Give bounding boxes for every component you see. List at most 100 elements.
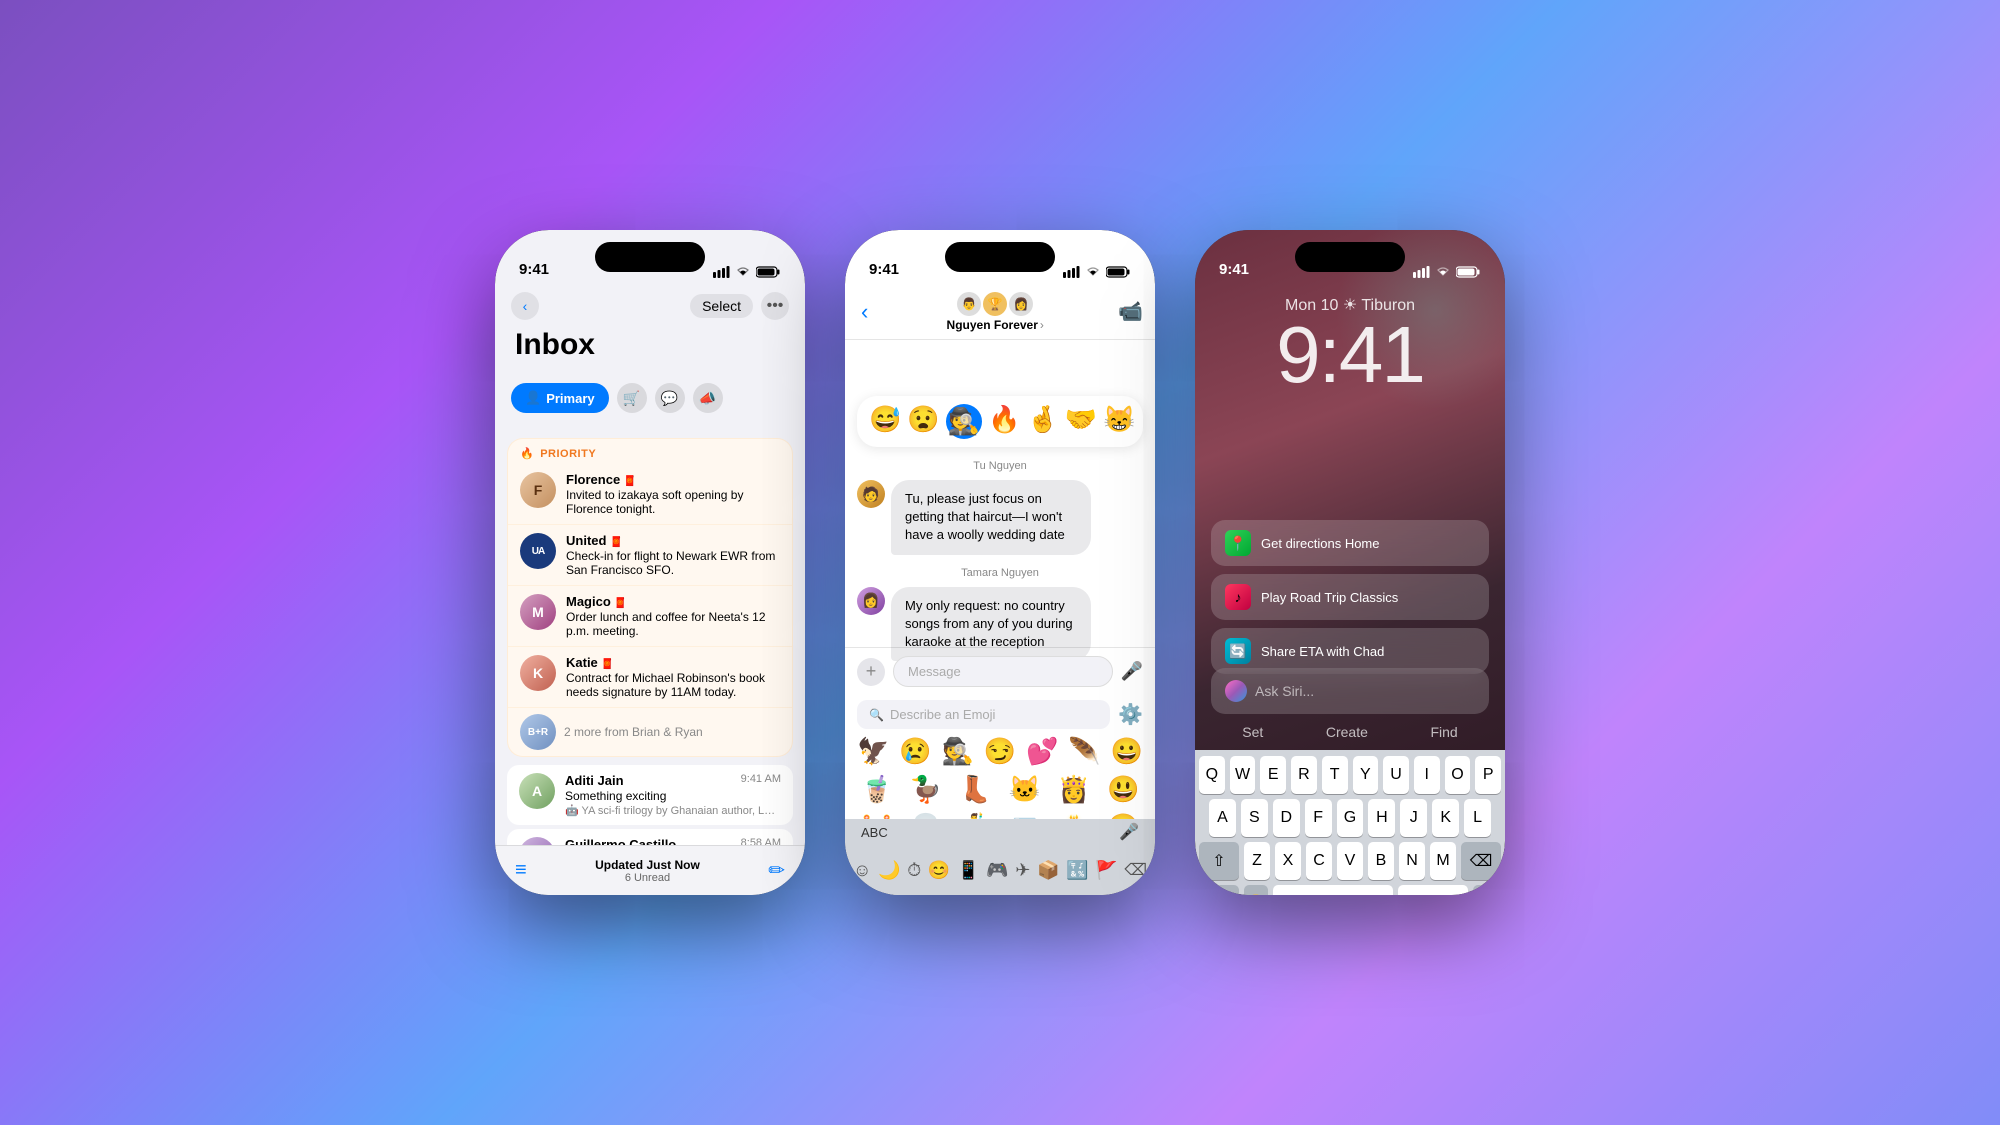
num-key[interactable]: 123: [1203, 885, 1239, 895]
emoji-symbols-tab[interactable]: 🔣: [1066, 860, 1088, 881]
signal-icon: [713, 266, 730, 278]
select-button[interactable]: Select: [690, 294, 753, 318]
key-K[interactable]: K: [1432, 799, 1459, 837]
emoji-time-tab[interactable]: ⏱: [907, 860, 921, 881]
emoji-flags-tab[interactable]: 🚩: [1095, 860, 1117, 881]
tab-shopping[interactable]: 🛒: [617, 383, 647, 413]
message-input[interactable]: Message: [893, 656, 1113, 687]
key-J[interactable]: J: [1400, 799, 1427, 837]
key-C[interactable]: C: [1306, 842, 1332, 880]
key-N[interactable]: N: [1399, 842, 1425, 880]
key-W[interactable]: W: [1230, 756, 1256, 794]
compose-icon[interactable]: ✏: [768, 858, 785, 883]
preview-aditi: 🤖 YA sci-fi trilogy by Ghanaian author, …: [565, 804, 781, 817]
key-H[interactable]: H: [1368, 799, 1395, 837]
siri-create-action[interactable]: Create: [1326, 724, 1368, 740]
key-R[interactable]: R: [1291, 756, 1317, 794]
emoji-react-3[interactable]: 🕵️: [946, 404, 982, 439]
emoji-react-2[interactable]: 😧: [907, 404, 939, 439]
updated-text: Updated Just Now: [527, 858, 769, 872]
key-E[interactable]: E: [1260, 756, 1286, 794]
tab-promo[interactable]: 📣: [693, 383, 723, 413]
key-X[interactable]: X: [1275, 842, 1301, 880]
emoji-react-4[interactable]: 🔥: [988, 404, 1020, 439]
emoji-activity-tab[interactable]: 🎮: [986, 860, 1008, 881]
tab-messages[interactable]: 💬: [655, 383, 685, 413]
emoji-cell[interactable]: 💕: [1024, 733, 1060, 769]
back-button-msg[interactable]: ‹: [857, 295, 872, 329]
add-attachment-button[interactable]: +: [857, 658, 885, 686]
key-B[interactable]: B: [1368, 842, 1394, 880]
emoji-react-5[interactable]: 🤞: [1027, 404, 1059, 439]
emoji-cell[interactable]: 😢: [897, 733, 933, 769]
shift-key[interactable]: ⇧: [1199, 842, 1239, 880]
emoji-react-6[interactable]: 🤝: [1065, 404, 1097, 439]
siri-find-action[interactable]: Find: [1430, 724, 1457, 740]
siri-input[interactable]: Ask Siri...: [1211, 668, 1489, 714]
emoji-react-1[interactable]: 😅: [869, 404, 901, 439]
emoji-face-tab[interactable]: 😊: [928, 860, 950, 881]
more-senders[interactable]: B+R 2 more from Brian & Ryan: [508, 708, 792, 756]
space-key[interactable]: space: [1273, 885, 1393, 895]
video-call-button[interactable]: 📹: [1118, 299, 1143, 324]
mic-icon[interactable]: 🎤: [1119, 822, 1139, 842]
emoji-nature-tab[interactable]: 🌙: [878, 860, 900, 881]
mail-item-magico[interactable]: M Magico 🧧 Order lunch and coffee for Ne…: [508, 586, 792, 647]
emoji-cell[interactable]: 🦆: [908, 771, 944, 807]
emoji-search-input[interactable]: 🔍 Describe an Emoji: [857, 700, 1110, 729]
key-D[interactable]: D: [1273, 799, 1300, 837]
key-O[interactable]: O: [1445, 756, 1471, 794]
emoji-settings-button[interactable]: ⚙️: [1118, 702, 1143, 727]
emoji-travel-tab[interactable]: ✈: [1015, 860, 1030, 881]
key-G[interactable]: G: [1337, 799, 1364, 837]
key-F[interactable]: F: [1305, 799, 1332, 837]
emoji-smiley-tab[interactable]: ☺: [853, 860, 871, 881]
mic-button[interactable]: 🎤: [1121, 661, 1143, 682]
key-U[interactable]: U: [1383, 756, 1409, 794]
mail-item-united[interactable]: UA United 🧧 Check-in for flight to Newar…: [508, 525, 792, 586]
key-V[interactable]: V: [1337, 842, 1363, 880]
mail-item-guillermo[interactable]: G Guillermo Castillo 8:58 AM Check-in 🤖 …: [507, 829, 793, 845]
key-T[interactable]: T: [1322, 756, 1348, 794]
return-key[interactable]: return: [1398, 885, 1468, 895]
emoji-cell[interactable]: 🕵️: [940, 733, 976, 769]
key-P[interactable]: P: [1475, 756, 1501, 794]
more-button[interactable]: •••: [761, 292, 789, 320]
key-Y[interactable]: Y: [1353, 756, 1379, 794]
key-M[interactable]: M: [1430, 842, 1456, 880]
emoji-cell[interactable]: 🪶: [1067, 733, 1103, 769]
priority-section: 🔥 Priority F Florence 🧧 Invited to izaka…: [507, 438, 793, 757]
mail-item-aditi[interactable]: A Aditi Jain 9:41 AM Something exciting …: [507, 765, 793, 825]
emoji-cell[interactable]: 🐱: [1007, 771, 1043, 807]
suggestion-music[interactable]: ♪ Play Road Trip Classics: [1211, 574, 1489, 620]
emoji-key[interactable]: 🙂: [1244, 885, 1268, 895]
emoji-delete-button[interactable]: ⌫: [1124, 860, 1147, 880]
siri-set-action[interactable]: Set: [1242, 724, 1263, 740]
key-Q[interactable]: Q: [1199, 756, 1225, 794]
key-Z[interactable]: Z: [1244, 842, 1270, 880]
emoji-cell[interactable]: 👸: [1056, 771, 1092, 807]
emoji-cell[interactable]: 😃: [1105, 771, 1141, 807]
emoji-cell[interactable]: 😏: [982, 733, 1018, 769]
time-aditi: 9:41 AM: [741, 773, 781, 788]
back-button[interactable]: ‹: [511, 292, 539, 320]
emoji-cell[interactable]: 🧋: [859, 771, 895, 807]
mail-item-florence[interactable]: F Florence 🧧 Invited to izakaya soft ope…: [508, 464, 792, 525]
emoji-cell[interactable]: 👢: [957, 771, 993, 807]
key-S[interactable]: S: [1241, 799, 1268, 837]
emoji-phone-tab[interactable]: 📱: [957, 860, 979, 881]
key-I[interactable]: I: [1414, 756, 1440, 794]
emoji-cell[interactable]: 🦅: [855, 733, 891, 769]
key-L[interactable]: L: [1464, 799, 1491, 837]
emoji-react-7[interactable]: 😸: [1103, 404, 1135, 439]
delete-key[interactable]: ⌫: [1461, 842, 1501, 880]
key-A[interactable]: A: [1209, 799, 1236, 837]
emoji-objects-tab[interactable]: 📦: [1037, 860, 1059, 881]
mail-item-katie[interactable]: K Katie 🧧 Contract for Michael Robinson'…: [508, 647, 792, 708]
emoji-cell[interactable]: 😀: [1109, 733, 1145, 769]
sender-label-tu: Tu Nguyen: [857, 460, 1143, 472]
suggestion-directions[interactable]: 📍 Get directions Home: [1211, 520, 1489, 566]
group-name[interactable]: Nguyen Forever ›: [947, 318, 1044, 332]
tab-primary[interactable]: 👤 Primary: [511, 383, 609, 413]
mic-key[interactable]: 🎤: [1473, 885, 1497, 895]
